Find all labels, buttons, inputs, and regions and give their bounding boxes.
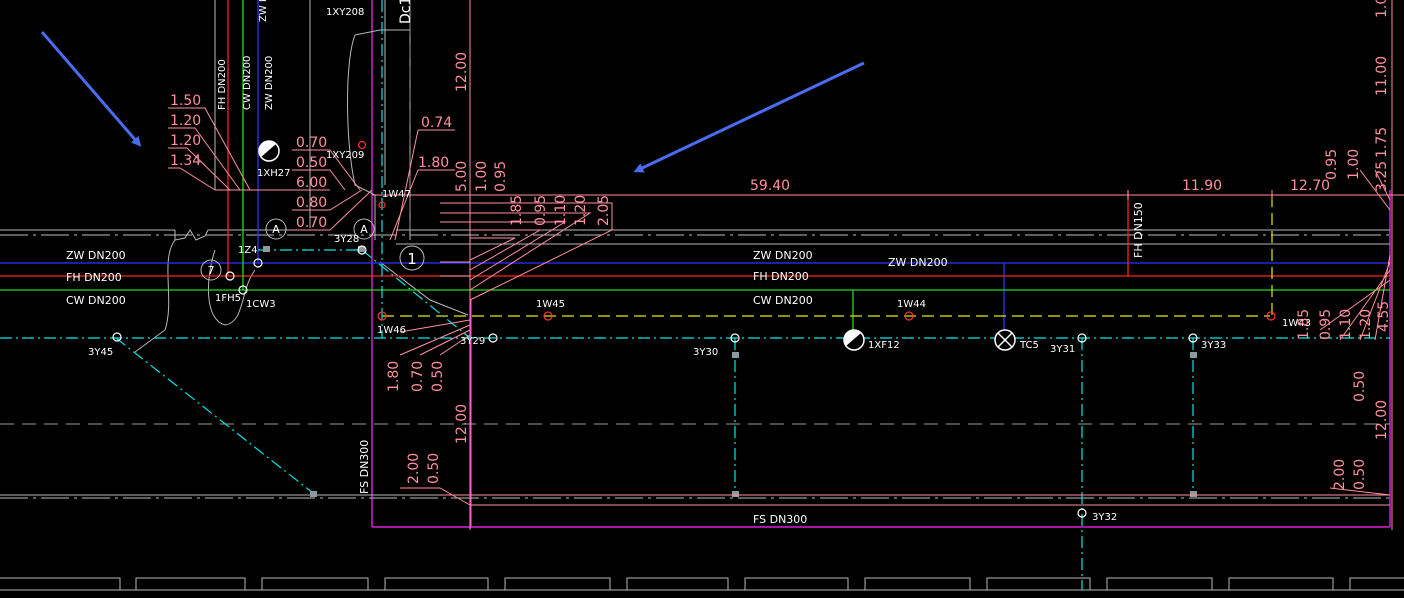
- dim-left-1: 1.20: [170, 113, 201, 129]
- pipe-label-fh-vertical: FH DN200: [217, 59, 228, 110]
- dim-right-lower-0: 1.85: [1296, 309, 1312, 340]
- label-1w44: 1W44: [897, 299, 926, 310]
- pipe-nodes[interactable]: [112, 140, 1276, 518]
- marker-a1: A: [272, 223, 280, 236]
- label-1w47: 1W47: [382, 189, 411, 200]
- dimension-text-group: 1.50 1.20 1.20 1.34 0.70 0.50 6.00 0.80 …: [170, 0, 1392, 490]
- left-arrow-icon: [40, 31, 142, 147]
- label-1xf12: 1XF12: [868, 340, 900, 351]
- pipe-label-cw-left: CW DN200: [66, 294, 126, 307]
- dim-top-12: 12.00: [454, 52, 470, 92]
- marker-a2: A: [360, 223, 368, 236]
- pipe-label-zw-left: ZW DN200: [66, 249, 126, 262]
- label-1z4: 1Z4: [238, 245, 258, 256]
- annotation-arrows: [40, 31, 865, 173]
- pipe-label-zw-vertical: ZW DN200: [264, 56, 275, 110]
- cad-drawing-canvas[interactable]: 7 A A 1 ZW DN200 FH DN200 CW DN200 ZW DN…: [0, 0, 1404, 598]
- dim-5940: 59.40: [750, 178, 790, 194]
- label-3y31: 3Y31: [1050, 344, 1075, 355]
- dim-right-lower-2: 1.10: [1338, 309, 1354, 340]
- building-outline: [0, 0, 1404, 591]
- label-3y45: 3Y45: [88, 347, 113, 358]
- dim-180-top: 1.80: [418, 155, 449, 171]
- dim-1190: 11.90: [1182, 178, 1222, 194]
- right-arrow-icon: [633, 61, 865, 173]
- dim-right-bottom-0: 2.00: [1332, 459, 1348, 490]
- pipe-label-fh-mid: FH DN200: [753, 270, 809, 283]
- dim-mid-4: 0.70: [296, 215, 327, 231]
- label-1xy208: 1XY208: [326, 7, 364, 18]
- dim-diag-0: 1.85: [509, 195, 525, 226]
- dim-diag-1: 0.95: [533, 195, 549, 226]
- pipe-label-cw-vertical: CW DN200: [242, 56, 253, 110]
- label-tc5: TC5: [1019, 340, 1039, 351]
- dim-right-edge-top: 1.00: [1374, 0, 1390, 18]
- dim-right-top-1: 1.00: [1346, 149, 1362, 180]
- dim-right-top-2: 3.25: [1374, 161, 1390, 192]
- node-1xy209[interactable]: [357, 140, 367, 150]
- dim-right-lower-4: 4.55: [1376, 301, 1392, 332]
- dim-right-12b: 12.00: [1374, 400, 1390, 440]
- marker-1: 1: [407, 250, 417, 268]
- dim-right-050: 0.50: [1352, 371, 1368, 402]
- pipe-label-fs-vertical: FS DN300: [358, 440, 371, 494]
- hydrant-1xh27[interactable]: [258, 140, 280, 162]
- dim-v-095: 0.95: [493, 161, 509, 192]
- dimension-lines: [168, 0, 1404, 530]
- dim-left-2: 1.20: [170, 133, 201, 149]
- dim-right-top-0: 0.95: [1324, 149, 1340, 180]
- dim-right-top-3: 1.75: [1374, 127, 1390, 158]
- label-3y33: 3Y33: [1201, 340, 1226, 351]
- dim-right-bottom-1: 0.50: [1352, 459, 1368, 490]
- dim-left-lower-2: 0.50: [430, 361, 446, 392]
- label-1w45: 1W45: [536, 299, 565, 310]
- pipe-label-zw-mid: ZW DN200: [753, 249, 813, 262]
- dim-diag-2: 1.10: [553, 195, 569, 226]
- dc-top-label: Dc1: [398, 0, 414, 24]
- label-1w46: 1W46: [377, 325, 406, 336]
- dim-diag-4: 2.05: [596, 195, 612, 226]
- dashed-guides: [0, 0, 1390, 425]
- label-3y32: 3Y32: [1092, 512, 1117, 523]
- label-3y30: 3Y30: [693, 347, 718, 358]
- dim-mid-0: 0.70: [296, 135, 327, 151]
- dim-mid-1: 0.50: [296, 155, 327, 171]
- hydrant-1xf12[interactable]: [843, 329, 865, 351]
- label-3y28: 3Y28: [334, 234, 359, 245]
- dim-mid-2: 6.00: [296, 175, 327, 191]
- dim-right-lower-3: 1.20: [1358, 309, 1374, 340]
- dim-left-lower-1: 0.70: [410, 361, 426, 392]
- label-1fh5: 1FH5: [215, 293, 241, 304]
- pipe-label-cw-mid: CW DN200: [753, 294, 813, 307]
- pipe-label-zw-mid2: ZW DN200: [888, 256, 948, 269]
- dim-diag-3: 1.20: [573, 195, 589, 226]
- label-1xh27: 1XH27: [257, 168, 290, 179]
- pipe-label-fh-dn150: FH DN150: [1132, 202, 1145, 258]
- pipe-label-fs-bottom: FS DN300: [753, 513, 807, 526]
- dim-left-lower-0: 1.80: [386, 361, 402, 392]
- dim-left-12b: 12.00: [454, 404, 470, 444]
- dim-v-100: 1.00: [474, 161, 490, 192]
- dim-left-0: 1.50: [170, 93, 201, 109]
- dim-074: 0.74: [421, 115, 452, 131]
- dim-right-11: 11.00: [1374, 56, 1390, 96]
- pipe-label-fh-left: FH DN200: [66, 271, 122, 284]
- dim-right-lower-1: 0.95: [1318, 309, 1334, 340]
- node-3y45[interactable]: [112, 332, 122, 342]
- pipe-label-zw-top: ZW DN: [258, 0, 269, 22]
- valve-tc5[interactable]: [994, 329, 1016, 351]
- dim-v-500: 5.00: [454, 161, 470, 192]
- dim-left-bottom-0: 2.00: [406, 453, 422, 484]
- dim-left-3: 1.34: [170, 153, 201, 169]
- dim-left-bottom-1: 0.50: [426, 453, 442, 484]
- label-1xy209: 1XY209: [326, 150, 364, 161]
- dim-mid-3: 0.80: [296, 195, 327, 211]
- label-1cw3: 1CW3: [246, 299, 276, 310]
- label-3y29: 3Y29: [460, 336, 485, 347]
- marker-7: 7: [208, 264, 215, 277]
